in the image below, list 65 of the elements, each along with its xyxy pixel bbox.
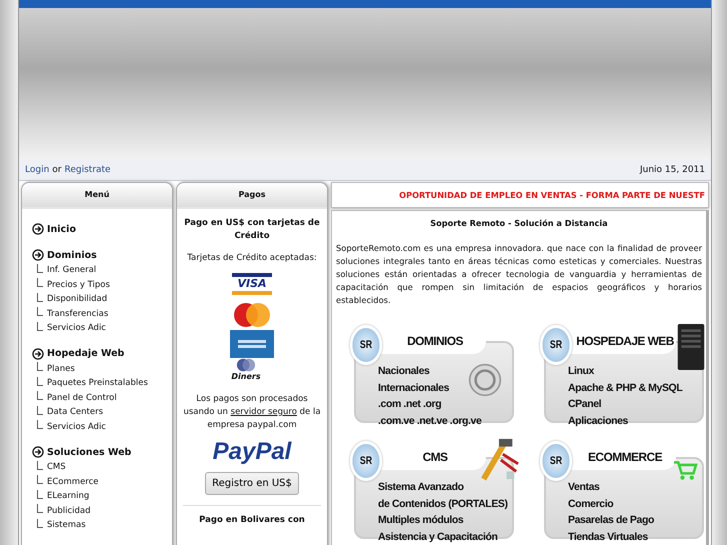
server-icon: [676, 321, 706, 373]
accepted-cards-text: Tarjetas de Crédito aceptadas:: [187, 253, 317, 263]
badge-circle: SR: [350, 441, 382, 481]
menu-item[interactable]: Inf. General: [47, 265, 96, 276]
coin-icon: [468, 363, 502, 397]
service-item: Asistencia y Capacitación: [378, 530, 499, 544]
menu-item[interactable]: Panel de Control: [47, 392, 117, 403]
panel-title: Pagos: [177, 183, 327, 209]
arrow-circle-icon: [32, 446, 44, 458]
news-ticker: OPORTUNIDAD DE EMPLEO EN VENTAS - FORMA PARTE DE NUESTF: [331, 182, 709, 208]
service-item: Comercio: [568, 496, 614, 512]
menu-item[interactable]: Data Centers: [47, 407, 104, 418]
menu-item[interactable]: Publicidad: [47, 506, 91, 516]
service-item: Pasarelas de Pago: [568, 513, 656, 528]
menu-item[interactable]: Servicios Adic: [47, 422, 106, 432]
service-item: Internacionales: [378, 380, 450, 396]
date-text: Junio 15, 2011: [640, 165, 705, 175]
menu-item[interactable]: ELearning: [47, 491, 90, 502]
service-item: Tiendas Virtuales: [568, 530, 649, 544]
menu-section-link[interactable]: Hopedaje Web: [47, 348, 124, 359]
menu-item[interactable]: Transferencias: [47, 308, 108, 319]
service-item: Nacionales: [378, 364, 430, 379]
menu-item[interactable]: Sistemas: [47, 520, 86, 530]
content-title: Soporte Remoto - Solución a Distancia: [429, 218, 609, 228]
menu-section-link[interactable]: Inicio: [47, 224, 76, 234]
secure-server-link[interactable]: servidor seguro: [230, 407, 297, 417]
intro-paragraph: SoporteRemoto.com es una empresa innovadora. que nace con la finalidad de proveer soluciones integrales tanto en áreas técnicas como esteticas y comerciales. Nuestras soluciones están orientadas a ofrecer tecnologia de vanguardia y herramientas de capacitación que rompen sin limitación de espacios geográficos y horarios establecidos.: [336, 242, 702, 307]
menu-item[interactable]: Paquetes Preinstalables: [47, 378, 148, 388]
menu-item[interactable]: ECommerce: [47, 476, 99, 487]
login-link[interactable]: Login: [25, 165, 50, 175]
service-item: Sistema Avanzado: [378, 480, 465, 495]
register-button[interactable]: Registro en US$: [205, 472, 299, 495]
menu-item[interactable]: CMS: [47, 462, 66, 472]
service-item: .com.ve .net.ve .org.ve: [378, 414, 482, 428]
menu-item[interactable]: Precios y Tipos: [47, 280, 110, 290]
card-logo-icon: [231, 302, 273, 328]
panel-title: Menú: [22, 183, 172, 209]
service-item: Aplicaciones: [568, 414, 629, 428]
menu-section-link[interactable]: Soluciones Web: [47, 446, 132, 458]
paypal-logo: PayPal: [212, 438, 292, 466]
menu-item[interactable]: Servicios Adic: [47, 323, 106, 334]
visa-logo: VISA: [232, 273, 272, 295]
register-link[interactable]: Registrate: [64, 165, 111, 175]
badge-circle: SR: [540, 441, 572, 481]
arrow-circle-icon: [32, 348, 44, 360]
arrow-circle-icon: [32, 249, 44, 261]
service-item: .com .net .org: [378, 397, 442, 412]
payment-heading: Pago en Bolivares con: [199, 514, 305, 527]
cart-icon: [672, 459, 698, 481]
service-item: Multiples módulos: [378, 513, 464, 528]
service-item: Apache & PHP & MySQL: [568, 380, 684, 396]
menu-section-link[interactable]: Dominios: [47, 250, 97, 260]
menu-item[interactable]: Disponibilidad: [47, 294, 108, 304]
payment-heading: Pago en US$ con tarjetas de Crédito: [183, 217, 321, 243]
service-item: Ventas: [568, 480, 600, 495]
service-item: de Contenidos (PORTALES): [378, 496, 509, 512]
badge-circle: SR: [350, 325, 382, 365]
payment-note: Los pagos son procesados usando un servidor seguro de la empresa paypal.com: [183, 393, 321, 432]
menu-item[interactable]: Planes: [47, 364, 75, 374]
diners-text: Diners: [231, 372, 261, 381]
arrow-circle-icon: [32, 223, 44, 235]
badge-circle: SR: [540, 325, 572, 365]
or-text: or: [52, 165, 62, 175]
service-item: Linux: [568, 364, 596, 379]
service-item: CPanel: [568, 397, 602, 412]
